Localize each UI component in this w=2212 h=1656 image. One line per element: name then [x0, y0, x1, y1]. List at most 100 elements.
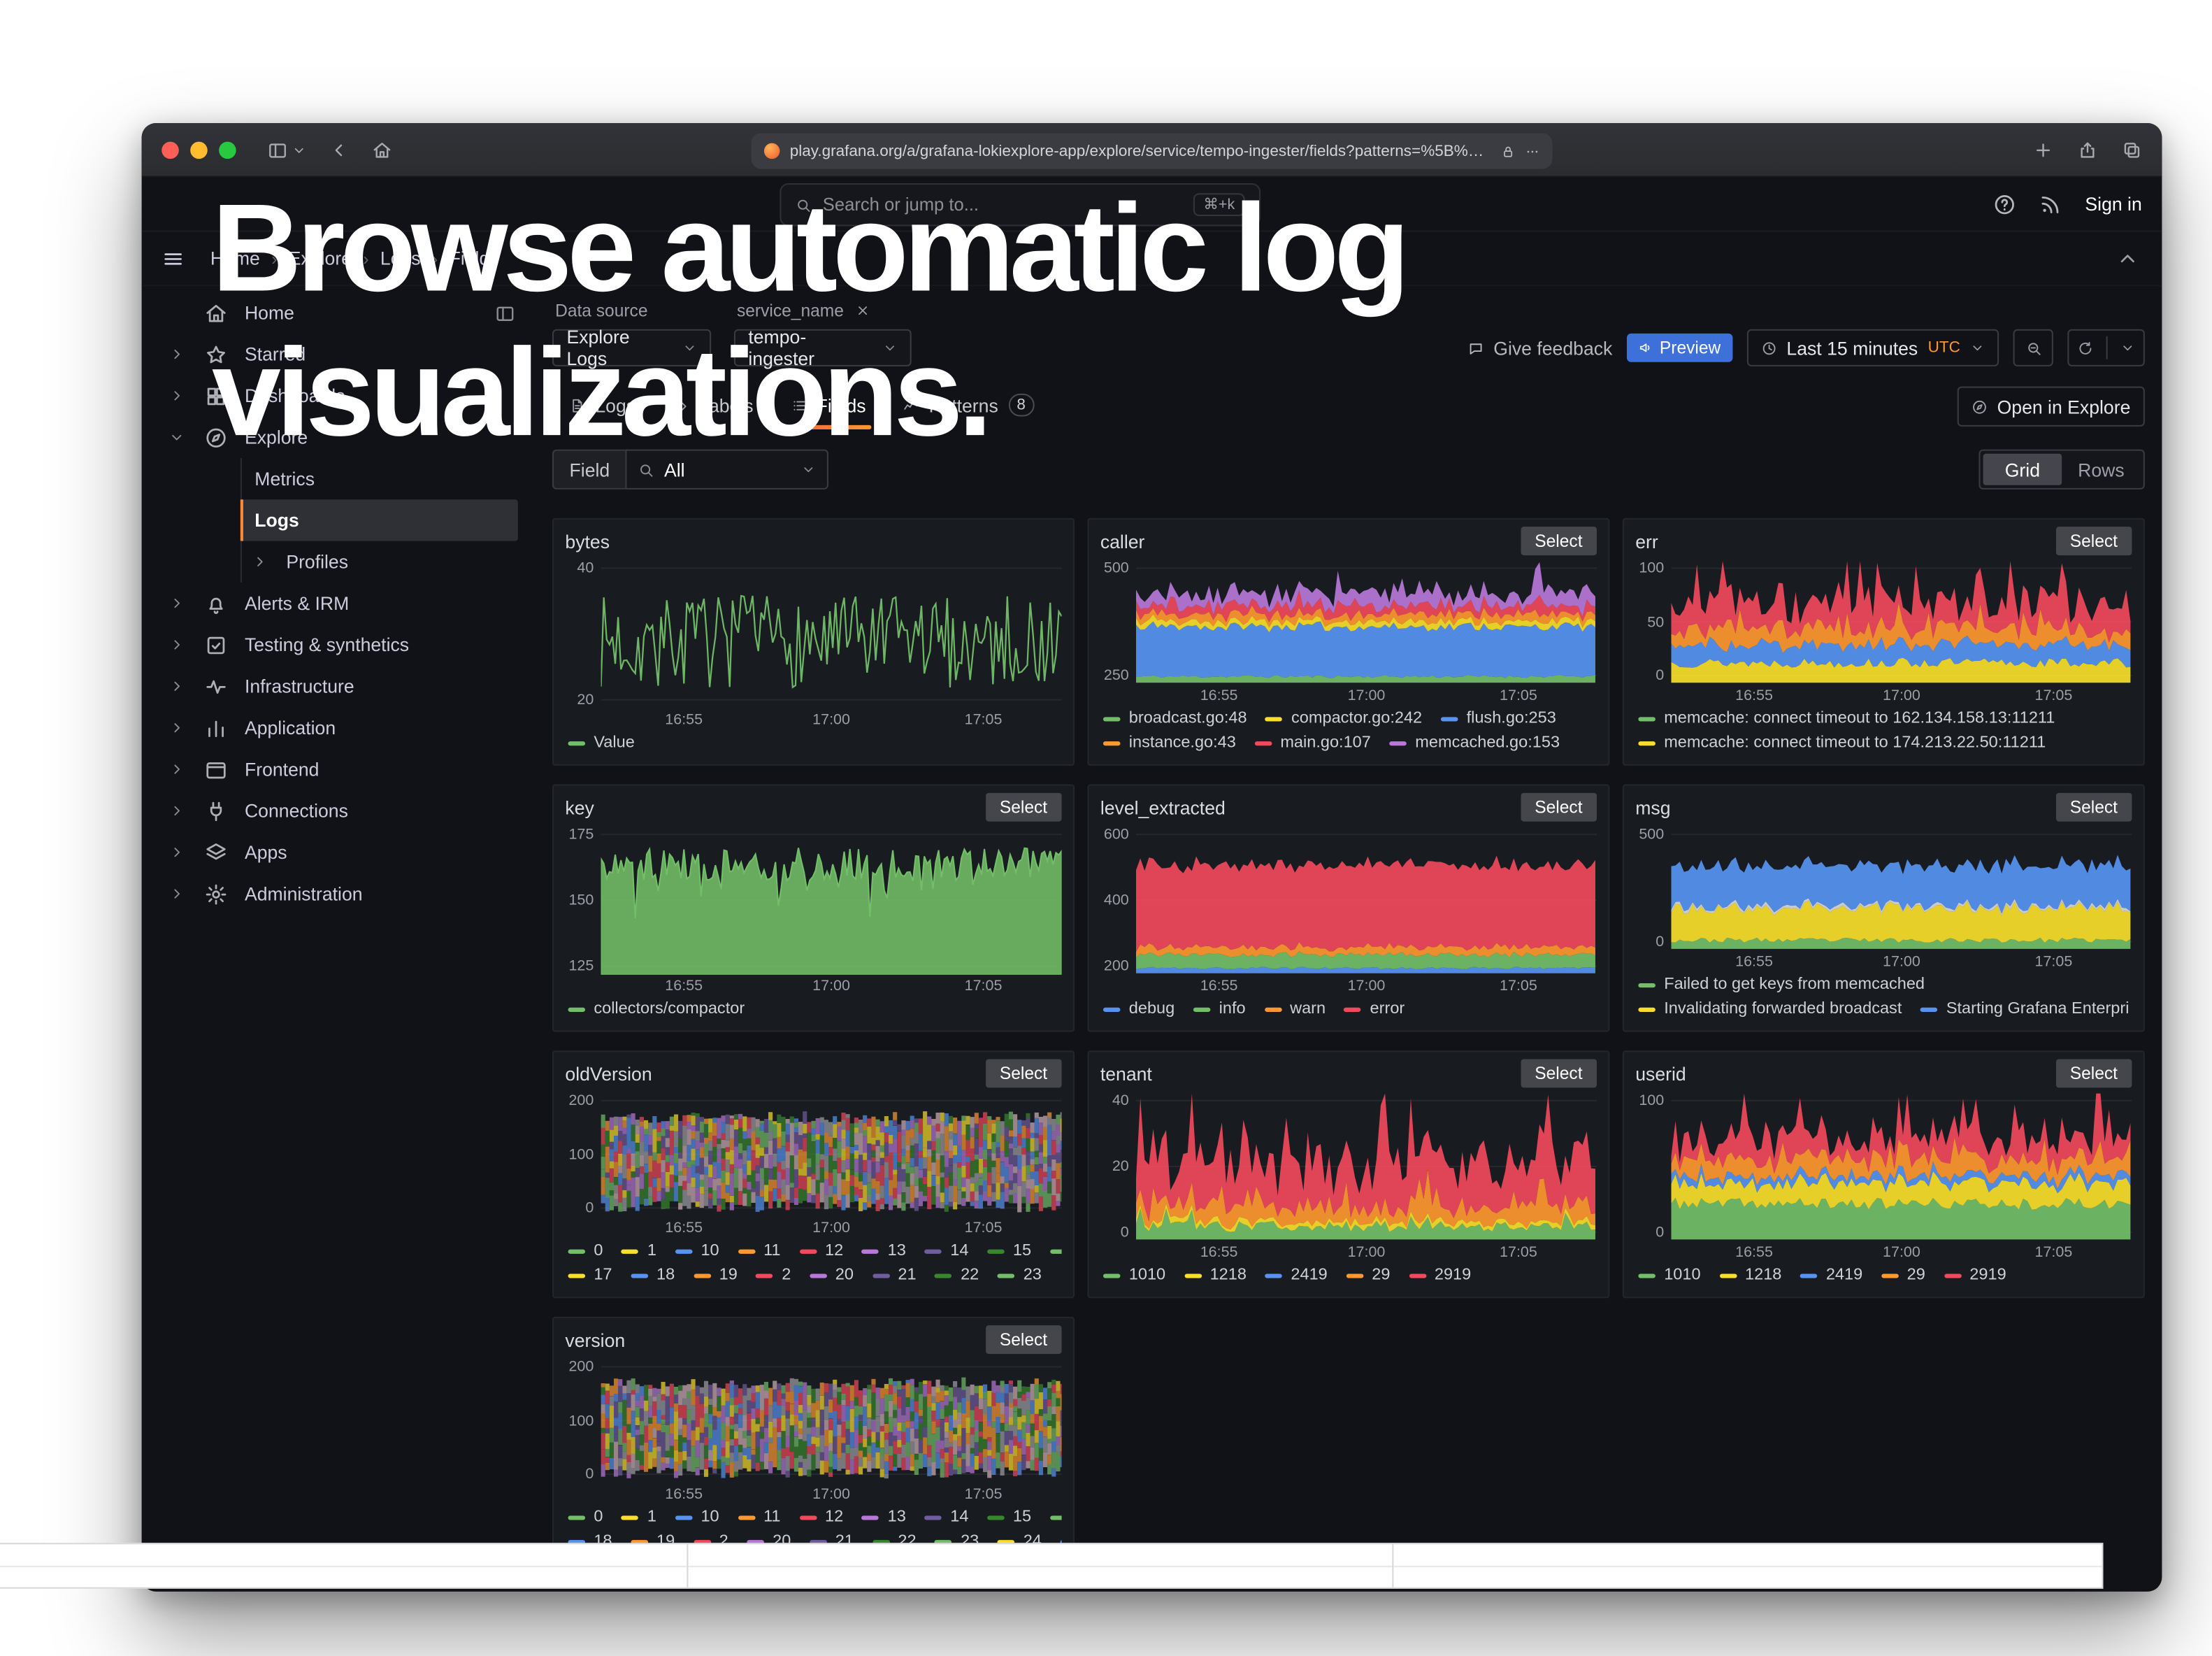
panel-select-button[interactable]: Select	[985, 1059, 1061, 1087]
chevron-right-icon[interactable]	[164, 886, 187, 902]
legend-item[interactable]: main.go:107	[1254, 731, 1370, 756]
sidebar-item-testing-synthetics[interactable]: Testing & synthetics	[142, 624, 530, 665]
chevron-right-icon[interactable]	[249, 554, 269, 570]
legend-item[interactable]: 16	[1050, 1239, 1062, 1264]
legend-item[interactable]: error	[1344, 997, 1405, 1022]
legend-item[interactable]: Starting Grafana Enterpri	[1920, 997, 2129, 1022]
legend-item[interactable]: 0	[568, 1506, 603, 1530]
rows-view-button[interactable]: Rows	[2062, 454, 2141, 485]
sidebar-item-connections[interactable]: Connections	[142, 790, 530, 831]
legend-item[interactable]: Value	[568, 731, 635, 756]
legend-item[interactable]: broadcast.go:48	[1103, 707, 1247, 731]
grafana-logo-icon[interactable]	[161, 188, 193, 220]
chevron-right-icon[interactable]	[164, 803, 187, 819]
menu-icon[interactable]	[161, 247, 185, 270]
sidebar-item-infrastructure[interactable]: Infrastructure	[142, 666, 530, 707]
address-bar[interactable]: play.grafana.org/a/grafana-lokiexplore-a…	[751, 133, 1552, 169]
legend-item[interactable]: 0	[568, 1239, 603, 1264]
legend-item[interactable]: 2419	[1800, 1264, 1862, 1288]
legend-item[interactable]: 2419	[1265, 1264, 1328, 1288]
legend-item[interactable]: info	[1193, 997, 1246, 1022]
legend-item[interactable]: 10	[675, 1506, 719, 1530]
legend-item[interactable]: 14	[924, 1506, 968, 1530]
legend-item[interactable]: 10	[675, 1239, 719, 1264]
legend-item[interactable]: 23	[998, 1264, 1042, 1288]
panel-select-button[interactable]: Select	[2055, 527, 2132, 555]
legend-item[interactable]: 2919	[1944, 1264, 2006, 1288]
legend-item[interactable]: 21	[872, 1264, 917, 1288]
sidebar-item-logs[interactable]: Logs	[240, 499, 518, 541]
legend-item[interactable]: memcached.go:153	[1389, 731, 1560, 756]
legend-item[interactable]: 13	[862, 1506, 906, 1530]
legend-item[interactable]: 12	[799, 1506, 843, 1530]
panel-select-button[interactable]: Select	[1521, 793, 1597, 822]
sidebar-toggle-button[interactable]	[268, 140, 306, 160]
legend-item[interactable]: 13	[862, 1239, 906, 1264]
panel-select-button[interactable]: Select	[2055, 1059, 2132, 1087]
legend-item[interactable]: 17	[568, 1264, 612, 1288]
chevron-right-icon[interactable]	[164, 762, 187, 778]
panel-select-button[interactable]: Select	[2055, 793, 2132, 822]
back-icon[interactable]	[329, 140, 350, 160]
new-tab-icon[interactable]	[2033, 141, 2053, 161]
legend-item[interactable]: 11	[738, 1506, 780, 1530]
sidebar-item-alerts-irm[interactable]: Alerts & IRM	[142, 583, 530, 624]
chevron-right-icon[interactable]	[164, 388, 187, 404]
panel-select-button[interactable]: Select	[1521, 1059, 1597, 1087]
legend-item[interactable]: 20	[810, 1264, 854, 1288]
legend-item[interactable]: 1218	[1719, 1264, 1781, 1288]
legend-item[interactable]: Invalidating forwarded broadcast	[1638, 997, 1902, 1022]
legend-item[interactable]: 29	[1881, 1264, 1925, 1288]
legend-item[interactable]: Failed to get keys from memcached	[1638, 973, 1925, 998]
legend-item[interactable]: 16	[1050, 1506, 1062, 1530]
grid-view-button[interactable]: Grid	[1983, 454, 2062, 485]
zoom-out-button[interactable]	[2013, 329, 2053, 366]
legend-item[interactable]: 1218	[1184, 1264, 1247, 1288]
legend-item[interactable]: 1010	[1103, 1264, 1165, 1288]
legend-item[interactable]: collectors/compactor	[568, 997, 745, 1022]
chevron-right-icon[interactable]	[164, 346, 187, 362]
sidebar-item-application[interactable]: Application	[142, 707, 530, 748]
chevron-down-icon[interactable]	[164, 429, 187, 445]
legend-item[interactable]: 11	[738, 1239, 780, 1264]
legend-item[interactable]: 1	[622, 1239, 656, 1264]
collapse-header-icon[interactable]	[2116, 247, 2139, 270]
legend-item[interactable]: 19	[694, 1264, 738, 1288]
panel-select-button[interactable]: Select	[985, 793, 1061, 822]
legend-item[interactable]: 14	[924, 1239, 968, 1264]
legend-item[interactable]: 2919	[1409, 1264, 1471, 1288]
panel-select-button[interactable]: Select	[1521, 527, 1597, 555]
legend-item[interactable]: 1010	[1638, 1264, 1700, 1288]
legend-item[interactable]: 15	[987, 1506, 1031, 1530]
legend-item[interactable]: compactor.go:242	[1265, 707, 1422, 731]
refresh-button[interactable]	[2067, 329, 2145, 366]
time-range-picker[interactable]: Last 15 minutes UTC	[1746, 329, 1999, 366]
minimize-window-button[interactable]	[190, 141, 208, 159]
browser-home-icon[interactable]	[372, 140, 392, 160]
sidebar-item-frontend[interactable]: Frontend	[142, 748, 530, 790]
share-icon[interactable]	[2078, 141, 2098, 161]
chevron-right-icon[interactable]	[164, 678, 187, 694]
legend-item[interactable]: 15	[987, 1239, 1031, 1264]
give-feedback-link[interactable]: Give feedback	[1467, 337, 1612, 359]
legend-item[interactable]: 1	[622, 1506, 656, 1530]
legend-item[interactable]: memcache: connect timeout to 174.213.22.…	[1638, 731, 2046, 756]
sign-in-link[interactable]: Sign in	[2085, 193, 2141, 215]
legend-item[interactable]: 22	[935, 1264, 979, 1288]
legend-item[interactable]: memcache: connect timeout to 162.134.158…	[1638, 707, 2055, 731]
legend-item[interactable]: warn	[1264, 997, 1326, 1022]
sidebar-item-profiles[interactable]: Profiles	[240, 541, 518, 583]
legend-item[interactable]: debug	[1103, 997, 1175, 1022]
tab-overview-icon[interactable]	[2122, 141, 2142, 161]
help-icon[interactable]	[1993, 192, 2016, 215]
sidebar-item-apps[interactable]: Apps	[142, 831, 530, 873]
chevron-right-icon[interactable]	[164, 720, 187, 736]
more-options-icon[interactable]	[1525, 144, 1539, 158]
legend-item[interactable]: 2	[756, 1264, 791, 1288]
chevron-right-icon[interactable]	[164, 637, 187, 653]
legend-item[interactable]: flush.go:253	[1441, 707, 1556, 731]
chevron-right-icon[interactable]	[164, 595, 187, 611]
sidebar-item-administration[interactable]: Administration	[142, 873, 530, 914]
open-in-explore-button[interactable]: Open in Explore	[1957, 387, 2145, 427]
legend-item[interactable]: 29	[1346, 1264, 1390, 1288]
